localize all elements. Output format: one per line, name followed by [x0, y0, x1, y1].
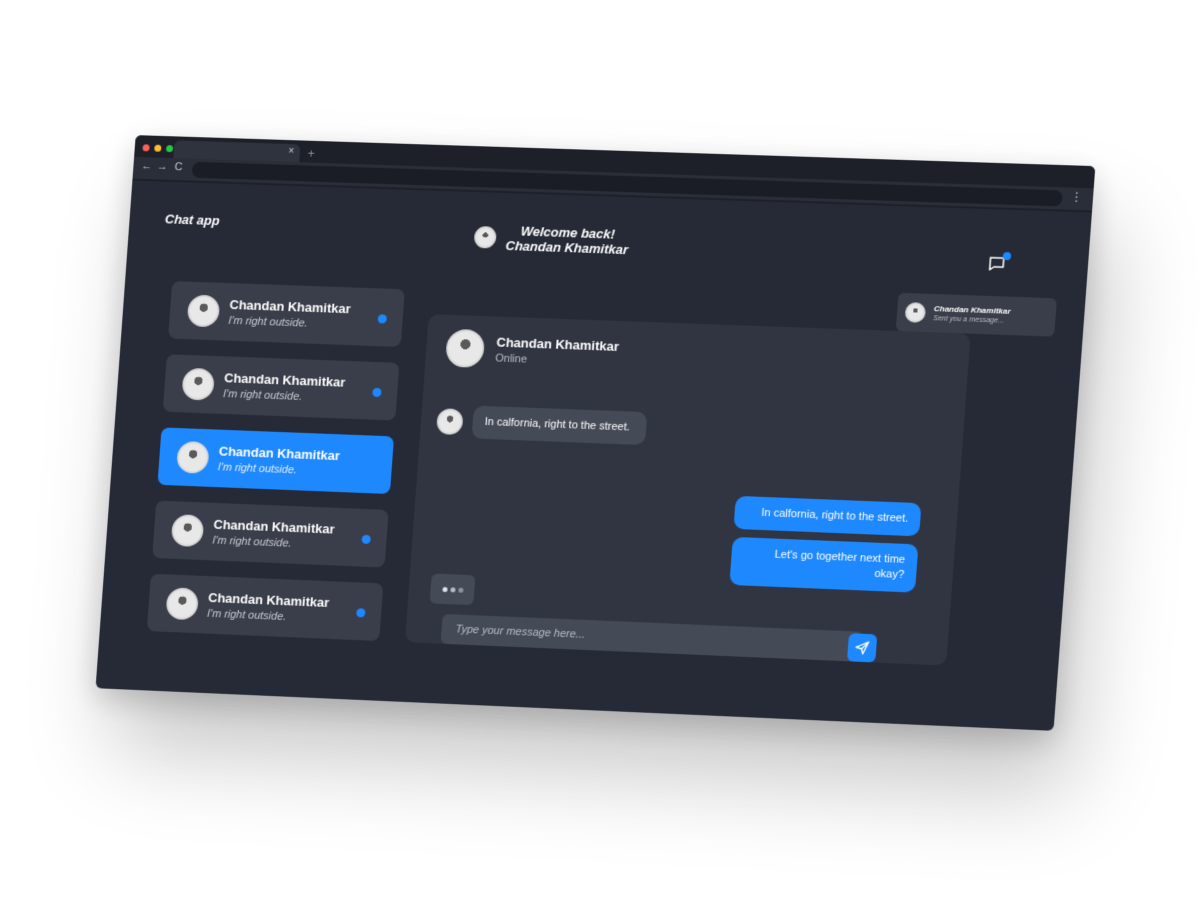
outgoing-bubble: In calfornia, right to the street.	[733, 495, 922, 537]
avatar	[181, 367, 216, 401]
unread-dot	[356, 608, 366, 618]
contact-last-message: I'm right outside.	[217, 461, 298, 477]
avatar	[473, 225, 497, 249]
app-title: Chat app	[164, 211, 221, 229]
outgoing-messages: In calfornia, right to the street. Let's…	[729, 495, 922, 593]
avatar	[904, 302, 927, 323]
contact-item-active[interactable]: Chandan Khamitkar I'm right outside.	[157, 427, 395, 495]
contact-name: Chandan Khamitkar	[229, 297, 352, 317]
reload-icon[interactable]: C	[174, 161, 183, 173]
notification-toast[interactable]: Chandan Khamitkar Sent you a message...	[895, 292, 1057, 337]
unread-dot	[372, 387, 382, 398]
forward-icon[interactable]: →	[157, 161, 169, 173]
stage: × + ← → C ⋮ Chat app Welcome back! Chand…	[0, 0, 1200, 900]
contact-item[interactable]: Chandan Khamitkar I'm right outside.	[146, 573, 384, 642]
back-icon[interactable]: ←	[141, 160, 153, 172]
minimize-window-dot[interactable]	[154, 144, 162, 152]
conversation-name: Chandan Khamitkar	[495, 334, 620, 354]
notification-name: Chandan Khamitkar	[933, 304, 1011, 316]
contact-last-message: I'm right outside.	[227, 314, 308, 330]
tab-close-icon[interactable]: ×	[288, 146, 295, 157]
conversation-panel: Chandan Khamitkar Online In calfornia, r…	[404, 314, 971, 666]
browser-menu-icon[interactable]: ⋮	[1070, 190, 1083, 205]
user-name: Chandan Khamitkar	[505, 237, 629, 258]
chat-app: Chat app Welcome back! Chandan Khamitkar…	[96, 181, 1092, 731]
notification-badge	[1002, 252, 1012, 261]
conversation-status: Online	[494, 352, 528, 366]
new-tab-icon[interactable]: +	[307, 147, 315, 161]
avatar	[186, 294, 221, 328]
message-input[interactable]	[453, 622, 863, 654]
unread-dot	[377, 314, 388, 324]
notification-text: Sent you a message...	[932, 315, 1005, 325]
message-notification-icon[interactable]	[988, 252, 1012, 273]
contact-name: Chandan Khamitkar	[213, 516, 336, 537]
incoming-message: In calfornia, right to the street.	[435, 404, 648, 446]
contact-name: Chandan Khamitkar	[207, 590, 330, 611]
browser-window: × + ← → C ⋮ Chat app Welcome back! Chand…	[95, 135, 1096, 731]
avatar	[165, 587, 200, 621]
window-controls	[142, 144, 174, 153]
contact-item[interactable]: Chandan Khamitkar I'm right outside.	[168, 281, 405, 347]
avatar	[176, 440, 210, 474]
avatar	[435, 408, 464, 436]
contact-last-message: I'm right outside.	[222, 388, 303, 404]
contact-item[interactable]: Chandan Khamitkar I'm right outside.	[152, 500, 389, 568]
typing-dot	[441, 586, 448, 592]
send-icon	[855, 641, 870, 656]
contact-item[interactable]: Chandan Khamitkar I'm right outside.	[162, 354, 400, 421]
maximize-window-dot[interactable]	[165, 145, 174, 153]
message-composer	[440, 613, 864, 662]
contact-last-message: I'm right outside.	[206, 607, 287, 624]
typing-dot	[449, 586, 456, 592]
close-window-dot[interactable]	[142, 144, 150, 152]
welcome-header: Welcome back! Chandan Khamitkar	[473, 222, 630, 257]
conversation-header: Chandan Khamitkar Online	[444, 328, 620, 373]
unread-dot	[361, 534, 371, 545]
send-button[interactable]	[846, 633, 878, 663]
avatar	[170, 514, 205, 548]
typing-indicator	[429, 573, 476, 606]
outgoing-bubble: Let's go together next time okay?	[729, 536, 919, 593]
typing-dot	[457, 587, 464, 593]
contact-list: Chandan Khamitkar I'm right outside. Cha…	[146, 281, 405, 642]
avatar	[444, 328, 486, 368]
welcome-text: Welcome back! Chandan Khamitkar	[505, 223, 630, 258]
contact-name: Chandan Khamitkar	[218, 443, 341, 464]
contact-last-message: I'm right outside.	[211, 534, 292, 550]
contact-name: Chandan Khamitkar	[223, 370, 346, 390]
incoming-bubble: In calfornia, right to the street.	[471, 405, 648, 446]
